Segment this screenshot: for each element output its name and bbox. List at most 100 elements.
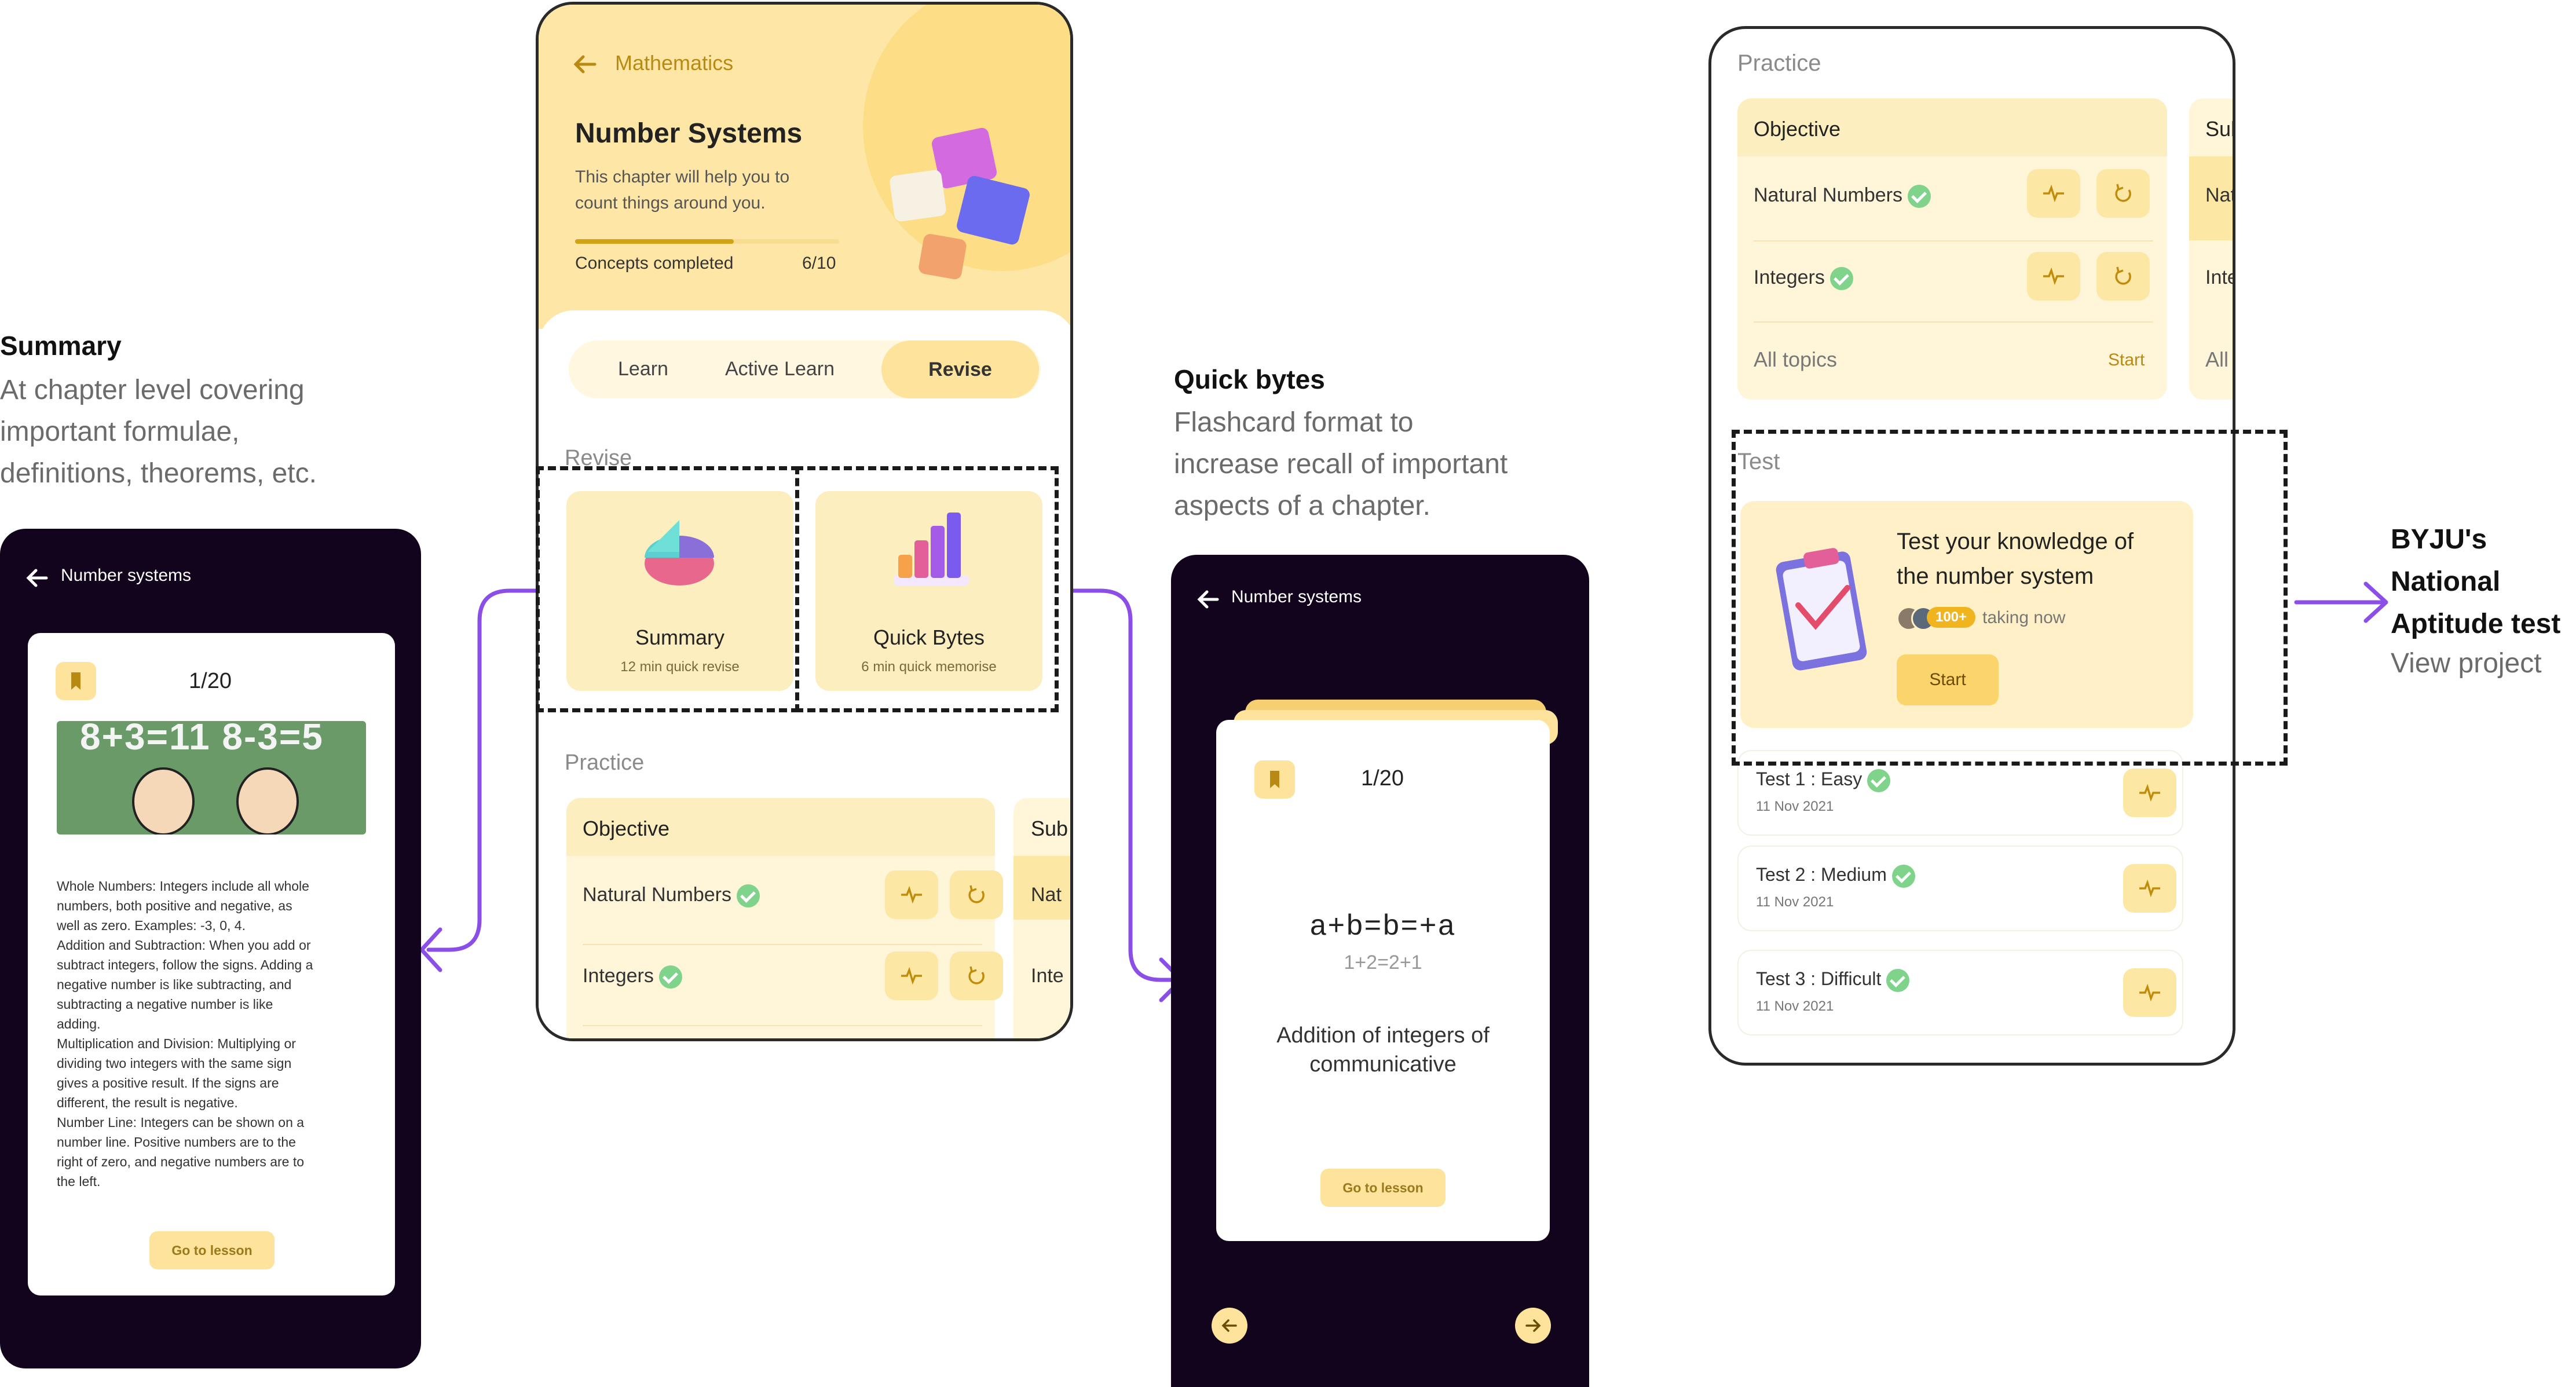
subject-link[interactable]: Mathematics [615, 51, 733, 75]
test-list-item[interactable]: Test 3 : Difficult 11 Nov 2021 [1737, 950, 2183, 1035]
topic-natural-numbers[interactable]: Natural Numbers [583, 884, 760, 908]
tab-revise[interactable]: Revise [881, 341, 1039, 398]
text-line: dividing two integers with the same sign [57, 1056, 292, 1071]
pulse-icon [2139, 784, 2160, 802]
description-line: count things around you. [575, 193, 766, 213]
pulse-icon [2139, 984, 2160, 1001]
analytics-button[interactable] [885, 870, 938, 919]
caption-line: Addition of integers of [1276, 1023, 1490, 1048]
analytics-button[interactable] [2123, 968, 2176, 1017]
topic-label: Natural Numbers [1754, 184, 1902, 206]
flashcard-caption: Addition of integers of communicative [1216, 1021, 1550, 1079]
card-counter: 1/20 [189, 669, 232, 693]
check-icon [1891, 864, 1915, 888]
text-line: adding. [57, 1016, 101, 1031]
test-date: 11 Nov 2021 [1756, 998, 1834, 1014]
topic-integers[interactable]: Integers [1754, 266, 1854, 291]
topic-integers[interactable]: Integers [583, 965, 683, 989]
test-date: 11 Nov 2021 [1756, 799, 1834, 814]
bookmark-icon[interactable] [56, 662, 96, 700]
divider [583, 1025, 982, 1026]
subjective-card: Sub Nat Inte [1013, 798, 1070, 1038]
next-card-button[interactable] [1515, 1308, 1551, 1344]
analytics-button[interactable] [885, 951, 938, 1000]
check-icon [1830, 267, 1854, 291]
test-date: 11 Nov 2021 [1756, 894, 1834, 910]
analytics-button[interactable] [2123, 864, 2176, 913]
go-to-lesson-button[interactable]: Go to lesson [1320, 1169, 1446, 1207]
text-line: Addition and Subtraction: When you add o… [57, 938, 311, 953]
objective-heading: Objective [1754, 117, 1841, 141]
caption-line: communicative [1309, 1052, 1457, 1077]
summary-connector [426, 588, 538, 952]
refresh-icon [968, 885, 985, 903]
analytics-button[interactable] [2123, 768, 2176, 817]
test-list-item[interactable]: Test 2 : Medium 11 Nov 2021 [1737, 846, 2183, 931]
flashcard-example: 1+2=2+1 [1344, 951, 1422, 974]
topic-label: Integers [1754, 266, 1825, 288]
arrow-left-icon [1221, 1319, 1237, 1332]
highlight-summary [536, 466, 799, 712]
analytics-button[interactable] [2027, 169, 2080, 218]
text-line: gives a positive result. If the signs ar… [57, 1075, 279, 1090]
highlight-test-section [1732, 430, 2288, 766]
description-line: This chapter will help you to [575, 167, 790, 186]
pulse-icon [901, 967, 922, 985]
puzzle-illustration-icon [890, 127, 1030, 280]
text-line: Whole Numbers: Integers include all whol… [57, 879, 309, 894]
check-icon [1867, 768, 1891, 792]
divider [1754, 240, 2153, 241]
retry-button[interactable] [950, 870, 1003, 919]
test-name-label: Test 1 : Easy [1756, 768, 1863, 789]
topic-label: Natural Numbers [583, 884, 731, 906]
analytics-button[interactable] [2027, 252, 2080, 301]
check-icon [1886, 968, 1910, 992]
flashcard: 1/20 a+b=b=+a 1+2=2+1 Addition of intege… [1216, 720, 1550, 1241]
text-line: number line. Positive numbers are to the [57, 1135, 296, 1150]
all-topics-start-link[interactable]: Start [2108, 350, 2145, 370]
subjective-topic[interactable]: Inte [1031, 965, 1064, 987]
text-line: Number Line: Integers can be shown on a [57, 1115, 305, 1130]
text-line: different, the result is negative. [57, 1095, 238, 1110]
pulse-icon [2043, 185, 2064, 202]
cartoon-face-icon [132, 767, 195, 835]
test-name-label: Test 2 : Medium [1756, 864, 1887, 885]
subjective-topic[interactable]: Nat [2205, 184, 2233, 207]
test-name: Test 3 : Difficult [1756, 968, 1910, 992]
subjective-heading: Sub [2205, 117, 2233, 141]
previous-card-button[interactable] [1212, 1308, 1247, 1344]
text-line: subtracting a negative number is like [57, 997, 273, 1012]
divider [1754, 321, 2153, 323]
topic-natural-numbers[interactable]: Natural Numbers [1754, 184, 1931, 208]
illustration-image: 8+3=11 8-3=5 [57, 721, 366, 835]
text-line: Multiplication and Division: Multiplying… [57, 1036, 296, 1051]
back-arrow-icon[interactable] [570, 50, 599, 79]
text-line: right of zero, and negative numbers are … [57, 1154, 305, 1169]
progress-value: 6/10 [802, 254, 836, 273]
retry-button[interactable] [2096, 252, 2150, 301]
back-arrow-icon[interactable] [23, 563, 52, 592]
retry-button[interactable] [950, 951, 1003, 1000]
retry-button[interactable] [2096, 169, 2150, 218]
screen-header: Number systems [1231, 587, 1362, 606]
progress-fill [575, 239, 734, 244]
pulse-icon [2043, 268, 2064, 285]
back-arrow-icon[interactable] [1194, 585, 1223, 614]
summary-screen: Number systems 1/20 8+3=11 8-3=5 Whole N… [0, 529, 421, 1368]
subjective-topic[interactable]: Nat [1031, 884, 1062, 906]
subjective-card: Sub Nat Inte All [2189, 98, 2233, 400]
tab-active-learn[interactable]: Active Learn [725, 358, 835, 380]
subjective-topic[interactable]: Inte [2205, 266, 2233, 289]
test-name-label: Test 3 : Difficult [1756, 968, 1882, 989]
go-to-lesson-button[interactable]: Go to lesson [149, 1231, 275, 1269]
bookmark-icon[interactable] [1254, 760, 1295, 799]
text-line: negative number is like subtracting, and [57, 977, 292, 992]
all-topics-label: All topics [1754, 347, 1838, 371]
flashcard-screen: Number systems 1/20 a+b=b=+a 1+2=2+1 Add… [1171, 555, 1589, 1387]
tab-learn[interactable]: Learn [618, 358, 668, 380]
check-icon [1908, 185, 1931, 208]
chapter-title: Number Systems [575, 118, 803, 149]
divider [583, 944, 982, 945]
refresh-icon [2115, 266, 2131, 285]
objective-card: Objective Natural Numbers Integers All t… [1737, 98, 2167, 400]
